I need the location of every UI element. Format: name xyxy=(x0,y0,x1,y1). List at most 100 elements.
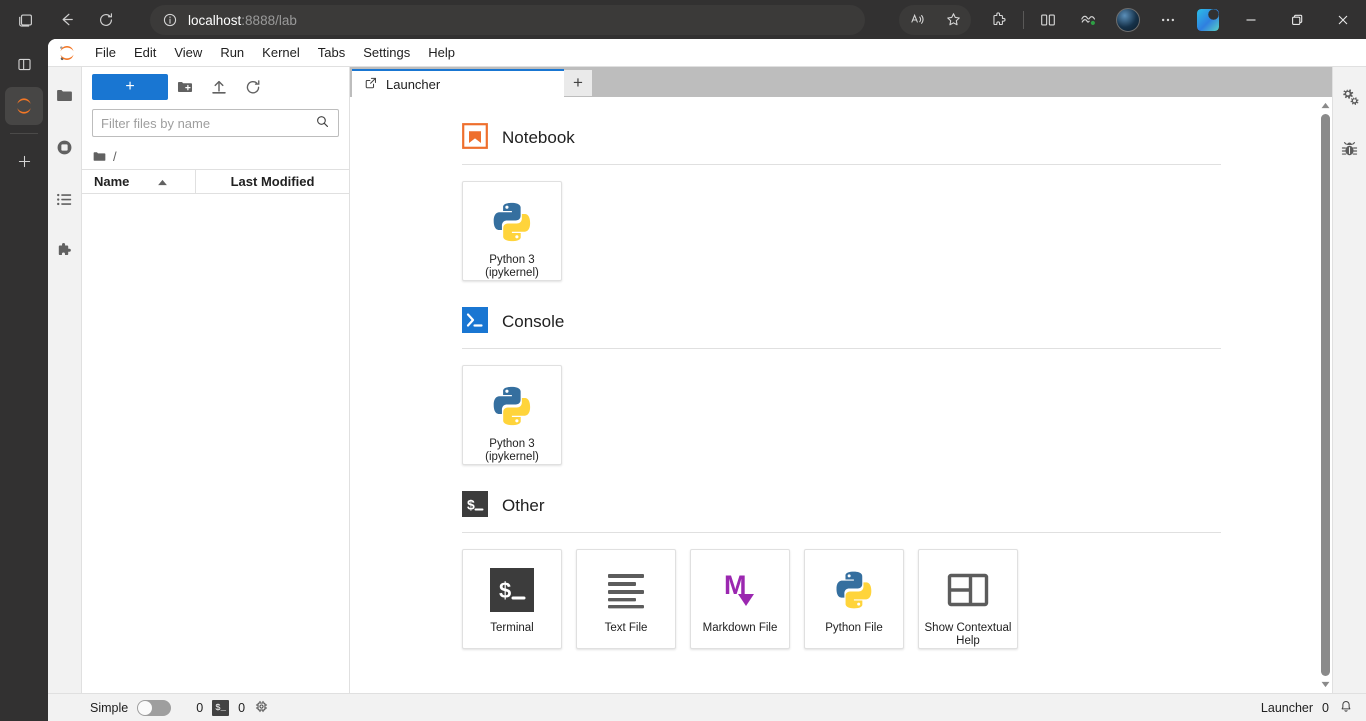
scroll-up-arrow-icon[interactable] xyxy=(1319,99,1332,112)
toolbar-divider xyxy=(1023,10,1024,29)
column-header-name[interactable]: Name xyxy=(82,170,196,193)
card-show-contextual-help[interactable]: Show Contextual Help xyxy=(918,549,1018,649)
tab-launcher[interactable]: Launcher xyxy=(352,69,564,97)
terminal-icon: $ xyxy=(462,491,488,520)
launcher-section-notebook: Notebook Python 3 (ipykernel) xyxy=(462,123,1221,281)
markdown-icon: M xyxy=(718,564,762,616)
scrollbar-track[interactable] xyxy=(1319,112,1332,678)
python-logo-icon xyxy=(489,380,535,432)
omnibox-actions xyxy=(899,4,971,35)
file-list-headers: Name Last Modified xyxy=(82,169,349,194)
new-launcher-button[interactable]: + xyxy=(92,74,168,100)
favorite-star-icon[interactable] xyxy=(935,6,971,34)
copilot-icon[interactable] xyxy=(1188,4,1228,36)
notification-bell-icon[interactable] xyxy=(1338,698,1354,717)
sidebar-item-file-browser[interactable] xyxy=(50,77,80,113)
tab-actions-icon[interactable] xyxy=(7,47,41,81)
breadcrumb[interactable]: / xyxy=(82,143,349,169)
new-folder-icon[interactable] xyxy=(168,74,202,100)
menu-tabs[interactable]: Tabs xyxy=(309,41,354,65)
launcher-scrollbar[interactable] xyxy=(1317,97,1332,693)
window-close-button[interactable] xyxy=(1320,0,1366,39)
jupyter-menu-bar: File Edit View Run Kernel Tabs Settings … xyxy=(48,39,1366,67)
avatar[interactable] xyxy=(1108,4,1148,36)
search-input[interactable] xyxy=(101,115,315,131)
card-markdown-file[interactable]: M Markdown File xyxy=(690,549,790,649)
settings-and-more-icon[interactable] xyxy=(1148,4,1188,36)
card-python-file[interactable]: Python File xyxy=(804,549,904,649)
text-file-icon xyxy=(604,564,648,616)
menu-settings[interactable]: Settings xyxy=(354,41,419,65)
kernel-count: 0 xyxy=(196,700,204,715)
menu-file[interactable]: File xyxy=(86,41,125,65)
sidebar-item-debugger[interactable] xyxy=(1335,131,1365,167)
menu-kernel[interactable]: Kernel xyxy=(253,41,309,65)
card-terminal[interactable]: $ Terminal xyxy=(462,549,562,649)
search-icon[interactable] xyxy=(315,114,330,132)
notebook-card-row: Python 3 (ipykernel) xyxy=(462,181,1221,281)
left-sidebar xyxy=(48,67,82,693)
address-bar[interactable]: localhost:8888/lab xyxy=(150,5,865,35)
launcher-icon xyxy=(364,76,378,93)
browser-tab-jupyter[interactable] xyxy=(5,87,43,125)
main-dock-panel: Launcher + Notebook Python 3 (ipykernel)… xyxy=(350,67,1332,693)
terminal-status-icon[interactable]: $_ xyxy=(212,699,230,716)
sidebar-item-property-inspector[interactable] xyxy=(1335,79,1365,115)
browser-essentials-icon[interactable] xyxy=(1068,4,1108,36)
jupyter-main-area: + Filter files by name / Name Last Modif… xyxy=(48,67,1366,693)
console-card-row: Python 3 (ipykernel) xyxy=(462,365,1221,465)
section-title-other: Other xyxy=(502,495,545,515)
menu-edit[interactable]: Edit xyxy=(125,41,165,65)
column-header-last-modified[interactable]: Last Modified xyxy=(196,174,349,189)
status-bar-right: Launcher 0 xyxy=(1261,698,1354,717)
section-divider xyxy=(462,348,1221,349)
file-browser-panel: + Filter files by name / Name Last Modif… xyxy=(82,67,350,693)
simple-mode-toggle[interactable] xyxy=(137,699,172,716)
section-title-console: Console xyxy=(502,311,565,331)
refresh-file-list-icon[interactable] xyxy=(236,74,270,100)
current-activity-label: Launcher xyxy=(1260,700,1314,715)
new-tab-icon[interactable] xyxy=(7,144,41,178)
collections-icon[interactable] xyxy=(6,4,46,36)
card-label-line1: Python 3 xyxy=(489,438,535,450)
launcher-panel: Notebook Python 3 (ipykernel) Console Py… xyxy=(350,97,1332,693)
refresh-icon[interactable] xyxy=(86,4,126,36)
back-icon[interactable] xyxy=(46,4,86,36)
status-bar: Simple 0 $_ 0 Launcher 0 xyxy=(48,693,1366,721)
breadcrumb-root[interactable]: / xyxy=(113,149,117,164)
card-label-line2: (ipykernel) xyxy=(485,267,539,279)
jupyterlab-app: File Edit View Run Kernel Tabs Settings … xyxy=(48,39,1366,721)
browser-actions xyxy=(899,0,1366,39)
kernel-status-icon[interactable] xyxy=(254,699,269,717)
card-text-file[interactable]: Text File xyxy=(576,549,676,649)
sidebar-item-command-palette[interactable] xyxy=(50,181,80,217)
split-screen-icon[interactable] xyxy=(1028,4,1068,36)
card-console-python3[interactable]: Python 3 (ipykernel) xyxy=(462,365,562,465)
window-minimize-button[interactable] xyxy=(1228,0,1274,39)
console-icon xyxy=(462,307,488,336)
menu-run[interactable]: Run xyxy=(211,41,253,65)
card-notebook-python3[interactable]: Python 3 (ipykernel) xyxy=(462,181,562,281)
window-restore-button[interactable] xyxy=(1274,0,1320,39)
sidebar-item-running-terminals[interactable] xyxy=(50,129,80,165)
menu-help[interactable]: Help xyxy=(419,41,464,65)
file-filter-box[interactable] xyxy=(92,109,339,137)
edge-browser-window: localhost:8888/lab File Edit View Run K… xyxy=(0,0,1366,721)
section-divider xyxy=(462,532,1221,533)
upload-files-icon[interactable] xyxy=(202,74,236,100)
site-info-icon[interactable] xyxy=(162,12,178,28)
menu-view[interactable]: View xyxy=(165,41,211,65)
sidebar-item-extension-manager[interactable] xyxy=(50,233,80,269)
extensions-icon[interactable] xyxy=(979,4,1019,36)
scroll-down-arrow-icon[interactable] xyxy=(1319,678,1332,691)
file-list[interactable] xyxy=(82,194,349,693)
read-aloud-icon[interactable] xyxy=(899,6,935,34)
section-divider xyxy=(462,164,1221,165)
new-launcher-tab-button[interactable]: + xyxy=(564,70,592,96)
column-header-name-label: Name xyxy=(94,174,130,189)
python-logo-icon xyxy=(489,196,535,248)
scrollbar-thumb[interactable] xyxy=(1320,114,1330,676)
launcher-scroll-area: Notebook Python 3 (ipykernel) Console Py… xyxy=(350,97,1317,693)
tabstrip-divider xyxy=(10,133,38,134)
card-label-line1: Python 3 xyxy=(489,254,535,266)
